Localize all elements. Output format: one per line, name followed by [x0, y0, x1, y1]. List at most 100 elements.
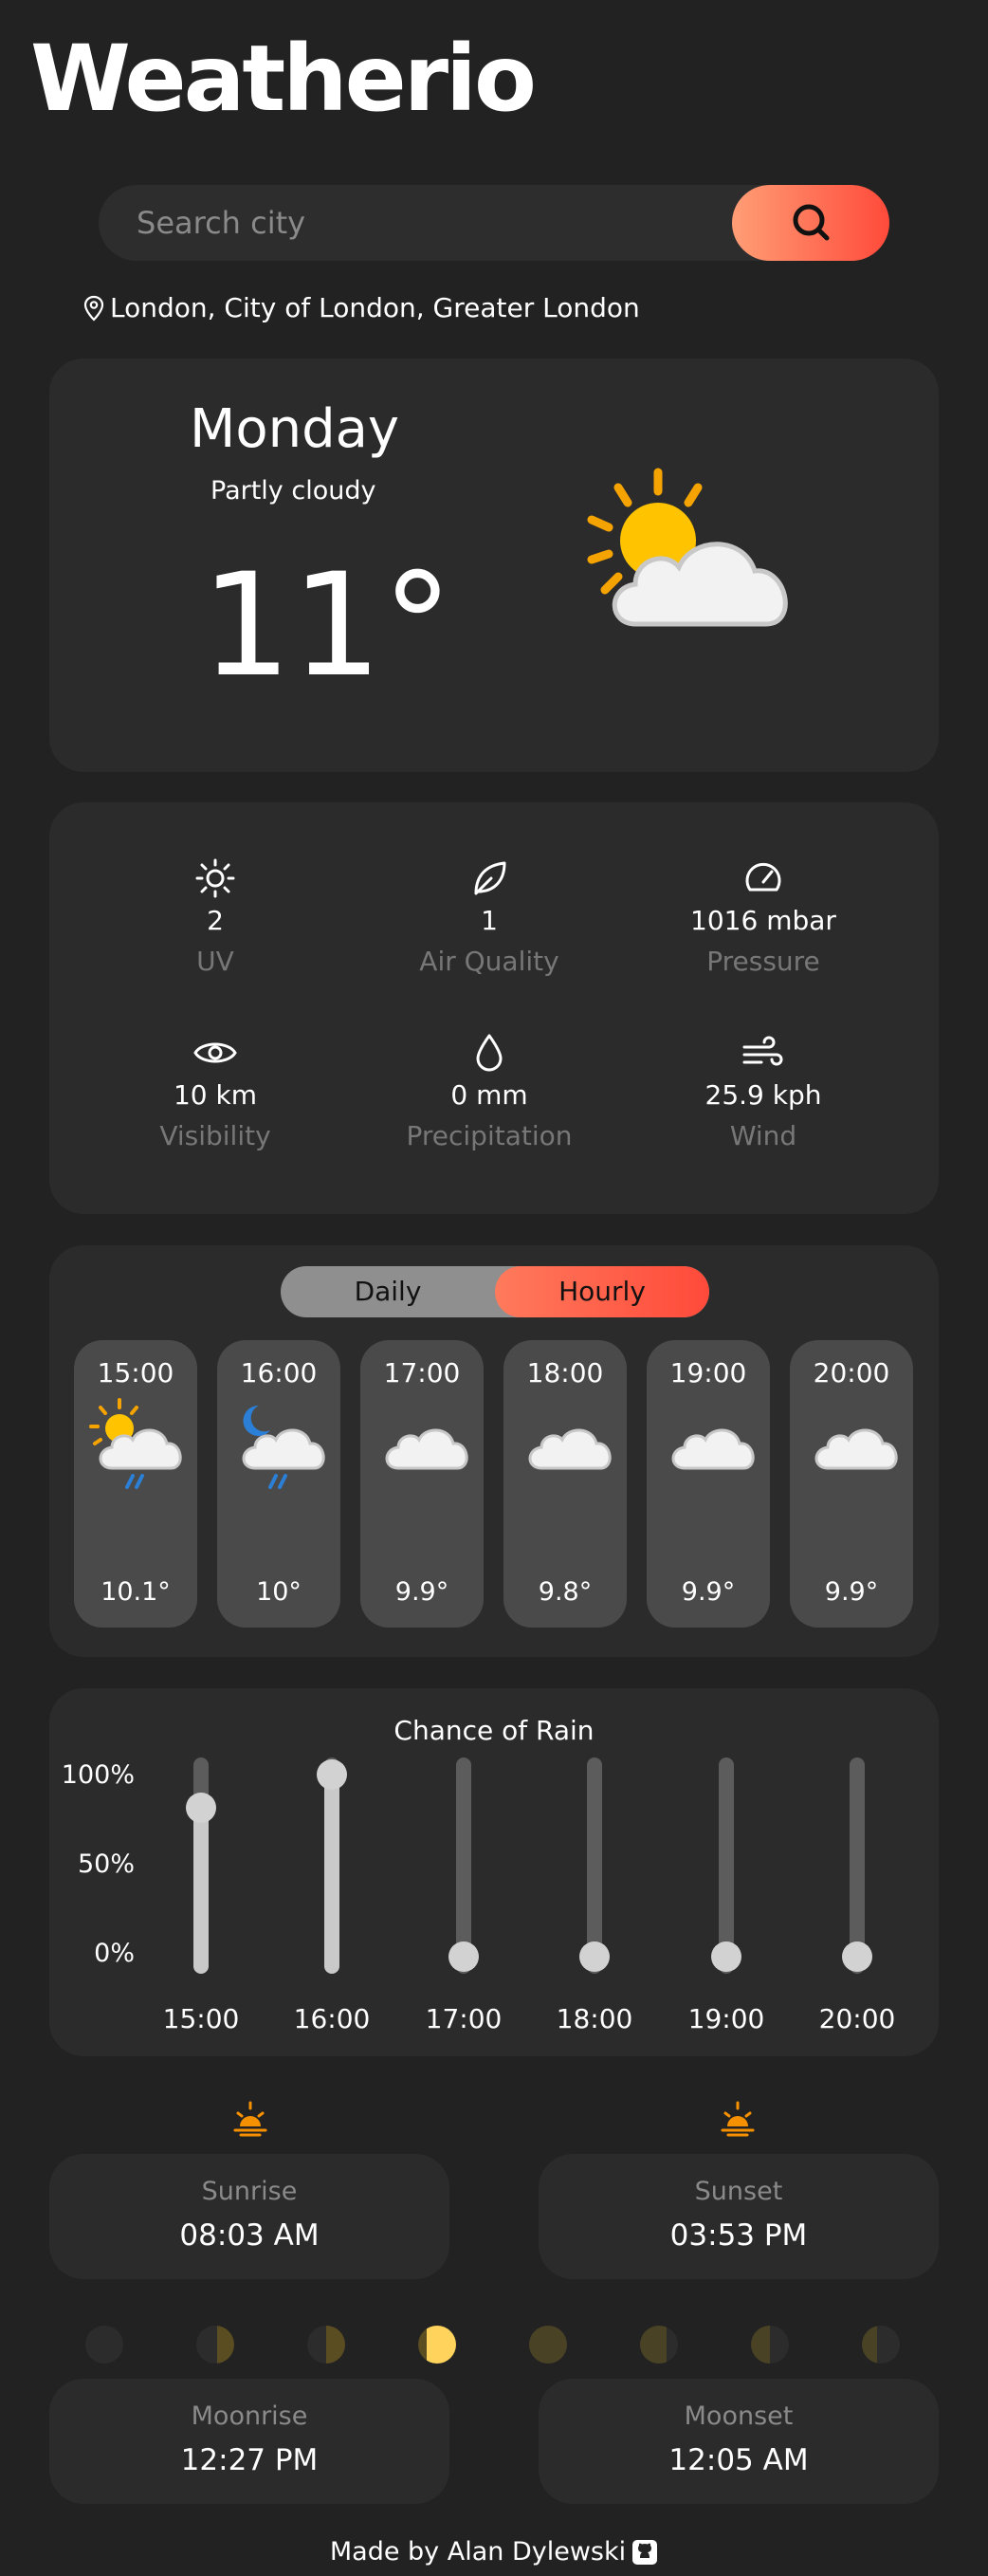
moon-phase-last-quarter-icon — [751, 2326, 789, 2364]
stat-air-quality: 1 Air Quality — [347, 857, 631, 977]
hour-temp: 10° — [256, 1577, 302, 1607]
moon-phase-waning-crescent-icon — [862, 2326, 900, 2364]
eye-icon — [193, 1042, 237, 1063]
cloud-icon — [528, 1428, 612, 1470]
sun-cloud-rain-icon — [89, 1398, 182, 1489]
cloud-icon — [814, 1428, 898, 1470]
sunset-card: Sunset 03:53 PM — [539, 2154, 939, 2279]
sun-icon — [195, 858, 235, 898]
moon-phase-waxing-gibbous-icon — [418, 2326, 456, 2364]
hour-time: 15:00 — [97, 1357, 174, 1389]
footer: Made by Alan Dylewski — [0, 2537, 988, 2567]
rain-bar-knob — [317, 1759, 347, 1790]
precipitation-label: Precipitation — [406, 1120, 573, 1151]
hour-temp: 9.8° — [538, 1577, 593, 1607]
forecast-toggle: Daily Hourly — [281, 1266, 709, 1317]
rain-x-label: 19:00 — [687, 2003, 765, 2034]
moonrise-time: 12:27 PM — [180, 2443, 319, 2477]
current-condition: Partly cloudy — [210, 476, 376, 506]
cloud-icon — [671, 1428, 755, 1470]
rain-bar-fill — [193, 1807, 209, 1974]
rain-y-label: 50% — [77, 1849, 135, 1879]
rain-x-label: 20:00 — [818, 2003, 896, 2034]
wind-label: Wind — [729, 1120, 797, 1151]
sunset-icon — [721, 2101, 755, 2137]
moonset-time: 12:05 AM — [668, 2443, 809, 2477]
search-input[interactable] — [99, 185, 762, 261]
hour-card[interactable]: 20:00 9.9° — [790, 1340, 913, 1628]
hour-card[interactable]: 18:00 9.8° — [503, 1340, 627, 1628]
wind-value: 25.9 kph — [704, 1079, 822, 1111]
location-text: London, City of London, Greater London — [110, 292, 640, 323]
hour-time: 18:00 — [526, 1357, 604, 1389]
rain-bar — [186, 1757, 216, 1974]
sunset-time: 03:53 PM — [669, 2218, 808, 2253]
visibility-label: Visibility — [159, 1120, 271, 1151]
cloud-icon — [385, 1428, 468, 1470]
moonset-label: Moonset — [684, 2401, 794, 2431]
air-quality-value: 1 — [481, 905, 498, 936]
moon-cloud-rain-icon — [242, 1405, 325, 1489]
uv-label: UV — [196, 946, 234, 977]
hour-card[interactable]: 19:00 9.9° — [647, 1340, 770, 1628]
search-button[interactable] — [732, 185, 889, 261]
tab-daily[interactable]: Daily — [281, 1266, 495, 1317]
rain-bar — [579, 1757, 610, 1974]
sunrise-label: Sunrise — [201, 2177, 298, 2206]
rain-bar-knob — [448, 1941, 479, 1972]
hour-temp: 9.9° — [824, 1577, 879, 1607]
moonset-card: Moonset 12:05 AM — [539, 2379, 939, 2504]
app-title: Weatherio — [30, 26, 537, 132]
moonrise-label: Moonrise — [191, 2401, 308, 2431]
moon-phase-full-icon — [529, 2326, 567, 2364]
rain-x-label: 17:00 — [425, 2003, 503, 2034]
rain-bar-fill — [324, 1775, 339, 1974]
hour-time: 19:00 — [669, 1357, 747, 1389]
rain-y-label: 0% — [94, 1939, 135, 1968]
rain-bar-knob — [579, 1941, 610, 1972]
air-quality-label: Air Quality — [419, 946, 559, 977]
sunrise-icon — [233, 2101, 267, 2137]
hour-card[interactable]: 16:00 10° — [217, 1340, 340, 1628]
stat-pressure: 1016 mbar Pressure — [621, 857, 906, 977]
precipitation-value: 0 mm — [450, 1079, 528, 1111]
leaf-icon — [474, 861, 506, 895]
gauge-icon — [745, 862, 781, 892]
hour-temp: 10.1° — [101, 1577, 171, 1607]
rain-bar-knob — [186, 1792, 216, 1823]
sunset-label: Sunset — [694, 2177, 783, 2206]
rain-bar — [317, 1757, 347, 1974]
hour-card[interactable]: 15:00 10.1° — [74, 1340, 197, 1628]
rain-bar — [842, 1757, 872, 1974]
hour-temp: 9.9° — [681, 1577, 736, 1607]
rain-chance-title: Chance of Rain — [393, 1715, 595, 1746]
moonrise-card: Moonrise 12:27 PM — [49, 2379, 449, 2504]
rain-x-label: 16:00 — [293, 2003, 371, 2034]
sunrise-card: Sunrise 08:03 AM — [49, 2154, 449, 2279]
search-icon — [793, 204, 830, 241]
rain-y-label: 100% — [61, 1760, 135, 1790]
hour-temp: 9.9° — [394, 1577, 449, 1607]
pressure-label: Pressure — [706, 946, 820, 977]
hour-card[interactable]: 17:00 9.9° — [360, 1340, 484, 1628]
stat-precipitation: 0 mm Precipitation — [347, 1032, 631, 1151]
rain-x-label: 15:00 — [162, 2003, 240, 2034]
moon-phase-first-quarter-icon — [307, 2326, 345, 2364]
github-icon[interactable] — [631, 2539, 658, 2566]
hour-time: 16:00 — [240, 1357, 318, 1389]
stat-uv: 2 UV — [73, 857, 357, 977]
tab-hourly[interactable]: Hourly — [495, 1266, 709, 1317]
wind-icon — [742, 1036, 783, 1066]
footer-text: Made by Alan Dylewski — [329, 2537, 627, 2567]
rain-bar-knob — [842, 1941, 872, 1972]
rain-bar-knob — [711, 1941, 741, 1972]
stat-wind: 25.9 kph Wind — [621, 1032, 906, 1151]
moon-phase-waning-gibbous-icon — [640, 2326, 678, 2364]
search-bar — [99, 185, 889, 261]
visibility-value: 10 km — [173, 1079, 258, 1111]
current-temperature: 11° — [201, 543, 453, 708]
sunrise-time: 08:03 AM — [179, 2218, 320, 2253]
stat-visibility: 10 km Visibility — [73, 1032, 357, 1151]
hour-time: 20:00 — [813, 1357, 890, 1389]
rain-x-label: 18:00 — [556, 2003, 633, 2034]
